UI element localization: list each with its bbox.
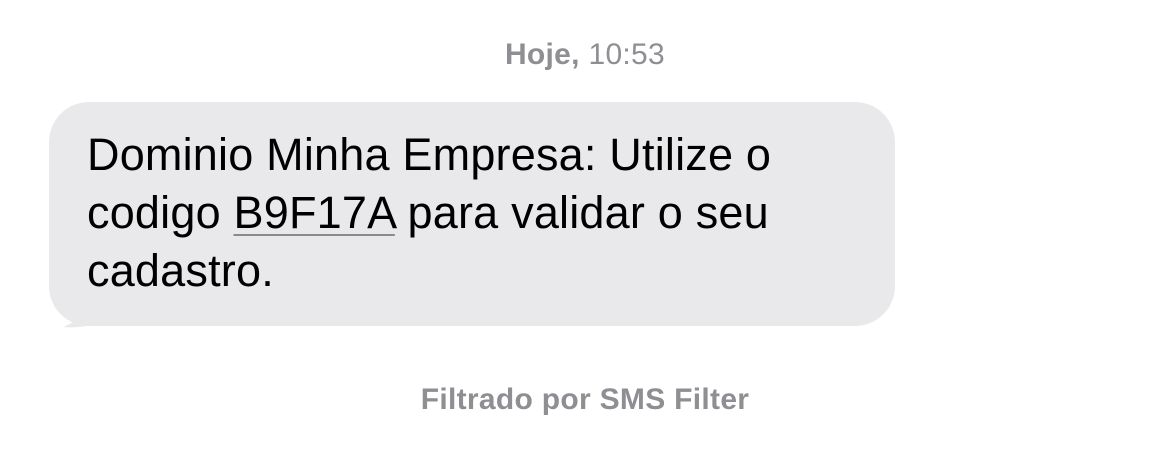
- incoming-message[interactable]: Dominio Minha Empresa: Utilize o codigo …: [30, 102, 900, 332]
- timestamp-time: 10:53: [588, 38, 666, 71]
- sms-filter-note: Filtrado por SMS Filter: [420, 383, 750, 416]
- message-timestamp: Hoje, 10:53: [0, 36, 1170, 74]
- message-bubble[interactable]: Dominio Minha Empresa: Utilize o codigo …: [49, 102, 895, 326]
- message-body: Dominio Minha Empresa: Utilize o codigo …: [87, 126, 865, 300]
- verification-code-link[interactable]: B9F17A: [234, 187, 395, 238]
- timestamp-day: Hoje,: [504, 38, 580, 71]
